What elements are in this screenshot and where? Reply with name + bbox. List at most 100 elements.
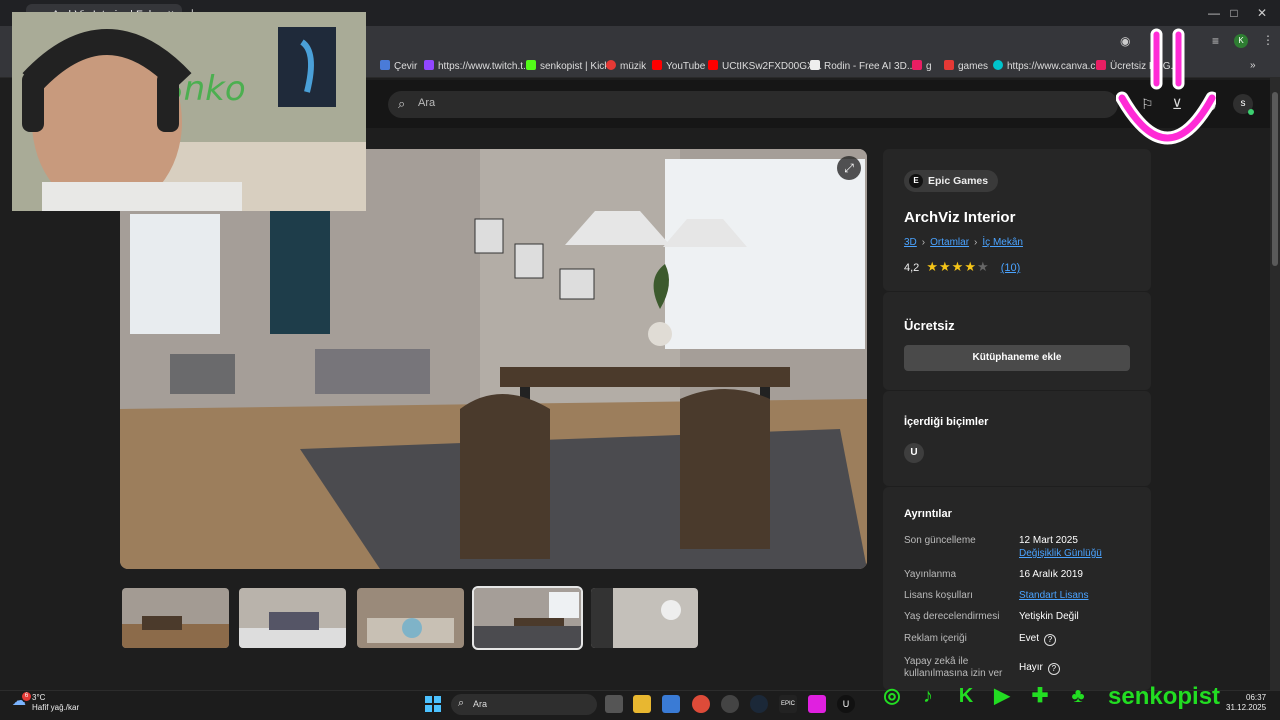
changelog-link[interactable]: Değişiklik Günlüğü	[1019, 548, 1102, 560]
youtube-icon: ▶	[994, 685, 1010, 707]
thumbnail[interactable]	[122, 588, 229, 648]
bookmark-item[interactable]: g	[912, 60, 932, 72]
app-pink-icon[interactable]	[808, 695, 826, 713]
detail-label: Yayınlanma	[904, 569, 957, 580]
youtube-icon	[652, 60, 662, 70]
bookmark-favicon	[606, 60, 616, 70]
user-avatar[interactable]: s	[1233, 94, 1254, 115]
webcam-feed: Snko	[12, 12, 366, 211]
instagram-icon: ◎	[883, 685, 901, 707]
unreal-engine-icon[interactable]: U	[904, 443, 924, 463]
obs-icon[interactable]	[721, 695, 739, 713]
bookmark-favicon	[810, 60, 820, 70]
epic-games-launcher-icon[interactable]: EPIC	[779, 695, 797, 713]
close-window-button[interactable]: ✕	[1252, 6, 1272, 20]
streamer-name: senkopist	[1108, 683, 1221, 710]
bookmark-favicon	[993, 60, 1003, 70]
breadcrumb-ortamlar[interactable]: Ortamlar	[930, 237, 969, 248]
windows-start-icon[interactable]	[425, 696, 441, 712]
bookmark-item[interactable]: https://www.canva.c...	[993, 60, 1104, 72]
store-icon[interactable]	[662, 695, 680, 713]
taskbar-search-label: Ara	[473, 699, 488, 709]
star-rating-icon: ★★★★★	[926, 259, 990, 274]
bookmark-item[interactable]: https://www.twitch.t...	[424, 60, 531, 72]
bookmark-item[interactable]: Çevir	[380, 60, 417, 72]
publisher-badge[interactable]: E Epic Games	[904, 170, 999, 192]
steam-icon[interactable]	[750, 695, 768, 713]
browser-menu-icon[interactable]: ⋮	[1262, 33, 1274, 47]
bell-icon: ♣	[1071, 685, 1085, 707]
rating: 4,2 ★★★★★ (10)	[904, 259, 1020, 275]
minimize-button[interactable]: —	[1204, 6, 1224, 20]
detail-label: Yaş derecelendirmesi	[904, 611, 1000, 622]
taskbar-search[interactable]: ⌕ Ara	[451, 694, 597, 715]
chevron-right-icon: ›	[921, 237, 926, 248]
maximize-button[interactable]: □	[1224, 6, 1244, 20]
epic-games-icon: E	[909, 174, 923, 188]
file-explorer-icon[interactable]	[633, 695, 651, 713]
license-link[interactable]: Standart Lisans	[1019, 590, 1089, 602]
weather-badge: 6	[22, 692, 31, 701]
detail-value: 16 Aralık 2019	[1019, 569, 1083, 580]
bookmark-favicon	[380, 60, 390, 70]
bookmark-favicon	[1096, 60, 1106, 70]
price: Ücretsiz	[904, 318, 955, 333]
chevron-right-icon: ›	[974, 237, 978, 248]
scrollbar-thumb[interactable]	[1272, 92, 1278, 266]
profile-avatar[interactable]: K	[1234, 34, 1248, 48]
search-icon: ⌕	[458, 697, 465, 709]
smile-overlay-icon	[1115, 26, 1219, 163]
publisher-name: Epic Games	[928, 175, 989, 187]
bookmark-favicon	[912, 60, 922, 70]
breadcrumb-3d[interactable]: 3D	[904, 237, 917, 248]
taskbar-clock[interactable]: 06:37 31.12.2025	[1226, 693, 1266, 713]
bookmark-item[interactable]: müzik	[606, 60, 646, 72]
thumbnail[interactable]	[591, 588, 698, 648]
temperature: 3°C	[32, 693, 46, 702]
time: 06:37	[1246, 693, 1267, 702]
thumbnail-image	[357, 588, 464, 648]
youtube-icon	[708, 60, 718, 70]
bookmark-item[interactable]: senkopist | Kick	[526, 60, 609, 72]
kick-icon: K	[958, 685, 974, 707]
formats-panel	[883, 391, 1151, 486]
details-heading: Ayrıntılar	[904, 508, 952, 520]
detail-value: Yetişkin Değil	[1019, 611, 1079, 622]
thumbnail-image	[122, 588, 229, 648]
task-view-icon[interactable]	[605, 695, 623, 713]
bookmark-item[interactable]: Rodin - Free AI 3D...	[810, 60, 915, 72]
detail-label: Lisans koşulları	[904, 590, 973, 601]
detail-value: 12 Mart 2025	[1019, 535, 1078, 546]
rating-value: 4,2	[904, 262, 920, 274]
product-title: ArchViz Interior	[904, 209, 1016, 226]
bookmark-item[interactable]: UCtIKSw2FXD00GX...	[708, 60, 822, 72]
unreal-engine-icon[interactable]: U	[837, 695, 855, 713]
bookmark-favicon	[944, 60, 954, 70]
help-icon[interactable]: ?	[1047, 663, 1060, 675]
search-placeholder: Ara	[418, 97, 436, 109]
thumbnail-image	[474, 588, 581, 648]
add-to-library-button[interactable]: Kütüphaneme ekle	[904, 345, 1130, 371]
search-input[interactable]: ⌕ Ara	[388, 91, 1118, 118]
formats-heading: İçerdiği biçimler	[904, 416, 989, 428]
bookmarks-more-icon[interactable]: »	[1250, 60, 1256, 71]
chrome-icon[interactable]	[692, 695, 710, 713]
help-icon[interactable]: ?	[1044, 634, 1057, 646]
product-main-image[interactable]	[120, 149, 867, 569]
thumbnail-image	[239, 588, 346, 648]
rating-count[interactable]: (10)	[1001, 262, 1021, 274]
bookmark-item[interactable]: YouTube	[652, 60, 705, 72]
bookmark-item[interactable]: games	[944, 60, 988, 72]
weather-widget[interactable]: ☁ 6 3°C Hafif yağ./kar	[12, 692, 79, 713]
detail-label: Son güncelleme	[904, 535, 976, 546]
thumbnail[interactable]	[357, 588, 464, 648]
expand-icon[interactable]: ⤢	[837, 156, 861, 180]
like-icon: ✚	[1031, 685, 1049, 707]
date: 31.12.2025	[1226, 703, 1267, 712]
breadcrumb-ic-mekan[interactable]: İç Mekân	[982, 237, 1023, 248]
thumbnail-active[interactable]	[472, 586, 583, 650]
thumbnail[interactable]	[239, 588, 346, 648]
bookmark-favicon	[424, 60, 434, 70]
breadcrumb: 3D › Ortamlar › İç Mekân	[904, 237, 1023, 248]
detail-label: Reklam içeriği	[904, 633, 967, 644]
